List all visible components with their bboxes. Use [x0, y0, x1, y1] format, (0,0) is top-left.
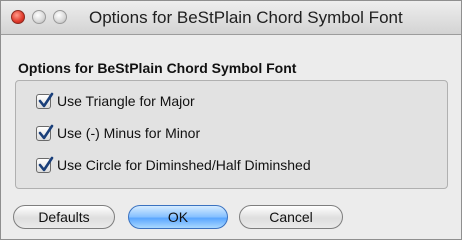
option-label: Use Circle for Diminshed/Half Diminshed	[57, 157, 311, 173]
zoom-window-button[interactable]	[53, 10, 67, 24]
checkmark-icon	[38, 156, 54, 171]
group-title: Options for BeStPlain Chord Symbol Font	[18, 60, 297, 76]
options-dialog: Options for BeStPlain Chord Symbol Font …	[0, 0, 462, 240]
option-circle-diminished[interactable]: Use Circle for Diminshed/Half Diminshed	[36, 155, 311, 175]
window-title: Options for BeStPlain Chord Symbol Font	[89, 8, 403, 27]
checkbox-triangle-major[interactable]	[36, 92, 54, 109]
options-group: Options for BeStPlain Chord Symbol Font …	[15, 52, 448, 189]
option-triangle-major[interactable]: Use Triangle for Major	[36, 91, 195, 111]
option-label: Use Triangle for Major	[57, 93, 195, 109]
option-label: Use (-) Minus for Minor	[57, 125, 201, 141]
ok-button[interactable]: OK	[128, 205, 228, 229]
checkbox-minus-minor[interactable]	[36, 124, 54, 141]
close-window-button[interactable]	[11, 10, 25, 24]
checkmark-icon	[38, 124, 54, 139]
checkmark-icon	[38, 92, 54, 107]
minimize-window-button[interactable]	[32, 10, 46, 24]
options-box: Use Triangle for Major Use (-) Minus for…	[15, 80, 448, 189]
defaults-button[interactable]: Defaults	[13, 205, 115, 229]
checkbox-circle-diminished[interactable]	[36, 156, 54, 173]
option-minus-minor[interactable]: Use (-) Minus for Minor	[36, 123, 200, 143]
cancel-button[interactable]: Cancel	[239, 205, 343, 229]
title-bar[interactable]: Options for BeStPlain Chord Symbol Font	[1, 1, 461, 35]
